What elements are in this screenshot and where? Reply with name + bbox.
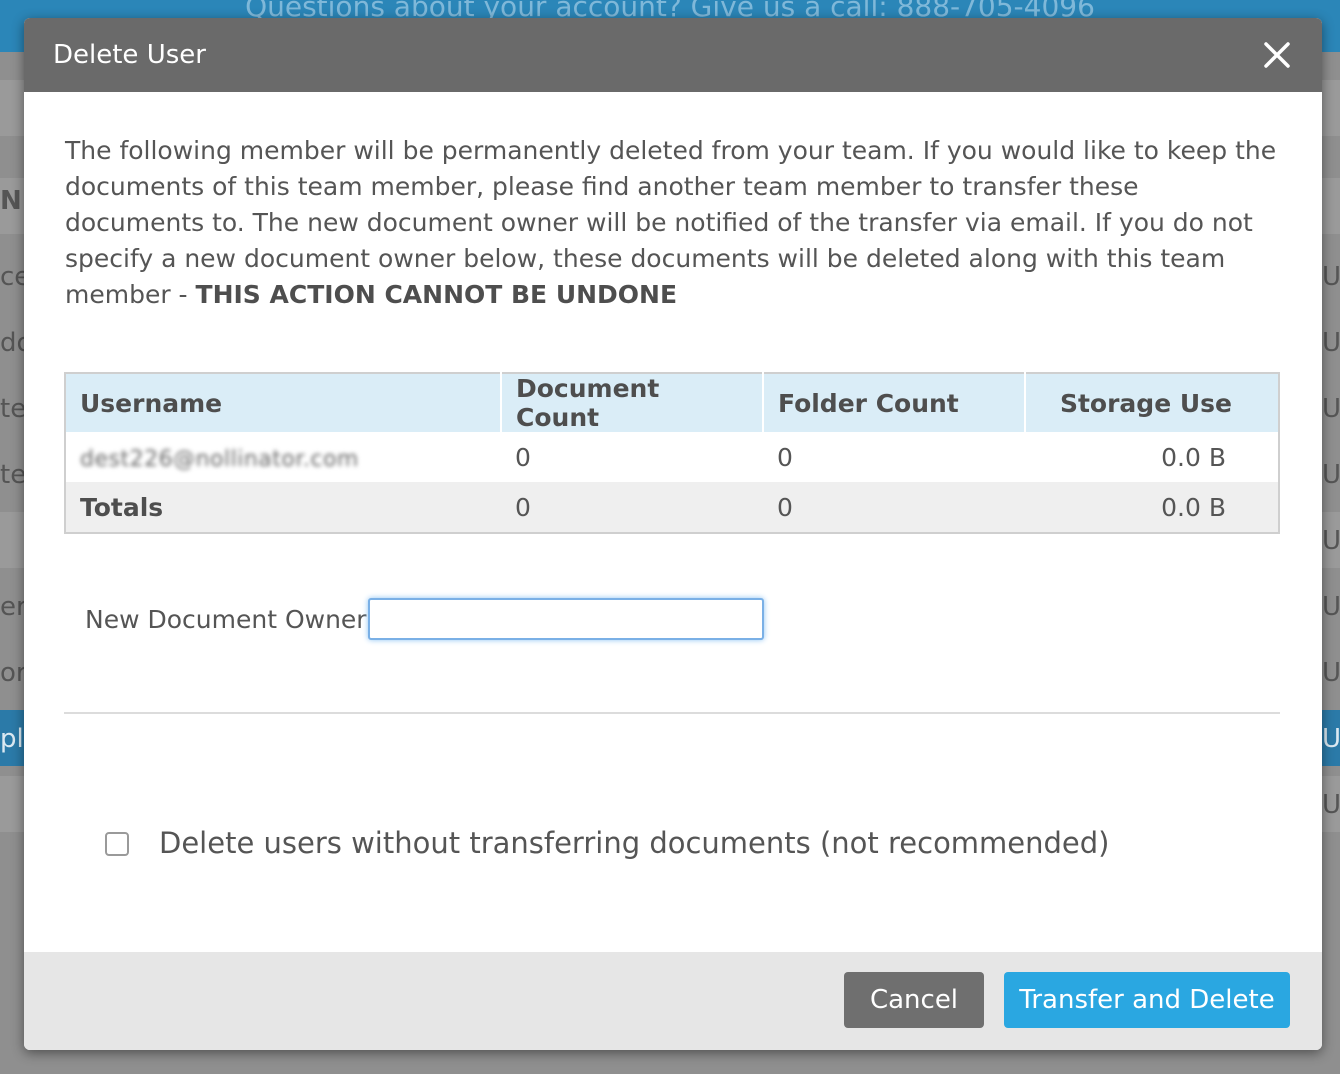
- bg-text: Us: [1322, 724, 1340, 754]
- bg-text: Us: [1322, 328, 1340, 358]
- bg-text: Us: [1322, 658, 1340, 688]
- close-icon: [1264, 42, 1290, 68]
- delete-user-dialog: Delete User The following member will be…: [24, 18, 1322, 1050]
- cell-storage-use: 0.0 B: [1025, 432, 1279, 482]
- totals-storage-use: 0.0 B: [1025, 482, 1279, 533]
- totals-document-count: 0: [501, 482, 763, 533]
- new-owner-input[interactable]: [368, 598, 764, 640]
- cell-folder-count: 0: [763, 432, 1025, 482]
- new-owner-label: New Document Owner: [85, 605, 367, 634]
- bg-text: N: [0, 186, 22, 216]
- bg-text: Us: [1322, 790, 1340, 820]
- cell-username: dest226@nollinator.com: [65, 432, 501, 482]
- cell-document-count: 0: [501, 432, 763, 482]
- bg-text: er: [0, 592, 27, 622]
- bg-text: pl: [0, 724, 24, 754]
- username-value: dest226@nollinator.com: [80, 446, 359, 472]
- dialog-footer: Cancel Transfer and Delete: [24, 952, 1322, 1050]
- delete-without-transfer-checkbox[interactable]: [105, 832, 129, 856]
- totals-row: Totals 0 0 0.0 B: [65, 482, 1279, 533]
- bg-text: Us: [1322, 262, 1340, 292]
- cancel-button[interactable]: Cancel: [844, 972, 984, 1028]
- bg-text: Us: [1322, 592, 1340, 622]
- dialog-title: Delete User: [53, 40, 206, 70]
- dialog-description: The following member will be permanently…: [65, 133, 1285, 313]
- bg-text: Us: [1322, 526, 1340, 556]
- column-header-username: Username: [65, 373, 502, 432]
- bg-text: Us: [1322, 394, 1340, 424]
- table-row: dest226@nollinator.com 0 0 0.0 B: [65, 432, 1279, 482]
- column-header-document-count: Document Count: [501, 373, 764, 432]
- delete-without-transfer-label[interactable]: Delete users without transferring docume…: [159, 826, 1110, 860]
- totals-folder-count: 0: [763, 482, 1025, 533]
- dialog-header: Delete User: [24, 18, 1322, 92]
- transfer-and-delete-button[interactable]: Transfer and Delete: [1004, 972, 1290, 1028]
- totals-label: Totals: [65, 482, 501, 533]
- column-header-storage-use: Storage Use: [1025, 373, 1279, 432]
- bg-text: Us: [1322, 460, 1340, 490]
- section-divider: [64, 712, 1280, 714]
- user-summary-table: Username Document Count Folder Count Sto…: [64, 372, 1280, 534]
- close-button[interactable]: [1262, 38, 1292, 72]
- table-header-row: Username Document Count Folder Count Sto…: [65, 373, 1279, 432]
- column-header-folder-count: Folder Count: [763, 373, 1026, 432]
- irreversible-warning: THIS ACTION CANNOT BE UNDONE: [195, 280, 678, 309]
